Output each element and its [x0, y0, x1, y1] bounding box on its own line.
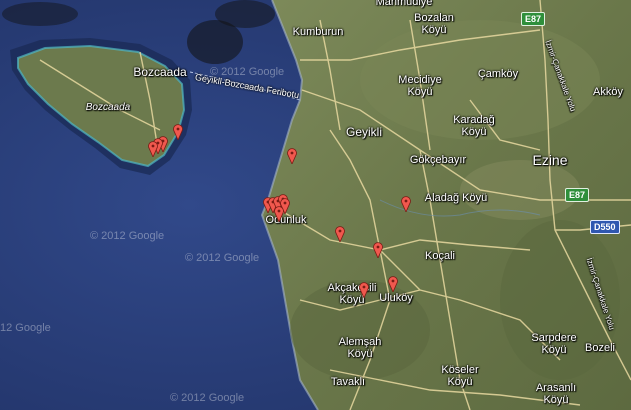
map-watermark: © 2012 Google — [185, 252, 260, 264]
place-label-line: Köyü — [543, 394, 569, 406]
place-label-line: Mecidiye — [398, 74, 442, 86]
map-marker-pin[interactable] — [359, 282, 369, 298]
place-label-arasanli[interactable]: Arasanlı Köyü — [536, 382, 576, 406]
place-label-line: Köyü — [541, 344, 567, 356]
place-label-ezine[interactable]: Ezine — [532, 153, 567, 167]
map-view[interactable]: © 2012 Google © 2012 Google © 2012 Googl… — [0, 0, 631, 410]
map-marker-pin[interactable] — [287, 148, 297, 164]
place-label-line: Köyü — [421, 24, 447, 36]
place-label-bozcaada-island: Bozcaada — [85, 102, 131, 113]
place-label-akkoy[interactable]: Akköy — [593, 86, 623, 98]
place-label-line: Köyü — [461, 126, 487, 138]
place-label-gokcebayir[interactable]: Gökçebayır — [410, 154, 466, 166]
place-label-mahmudiye[interactable]: Mahmudiye — [376, 0, 433, 8]
map-marker-pin[interactable] — [173, 124, 183, 140]
place-label-line: Köyü — [347, 348, 373, 360]
map-watermark: © 2012 Google — [170, 392, 245, 404]
map-marker-pin[interactable] — [335, 226, 345, 242]
map-marker-pin[interactable] — [274, 206, 284, 222]
place-label-koseler[interactable]: Köseler Köyü — [441, 364, 478, 388]
place-label-sarpdere[interactable]: Sarpdere Köyü — [531, 332, 576, 356]
place-label-geyikli[interactable]: Geyikli — [346, 126, 382, 138]
place-label-odunluk[interactable]: Odunluk — [266, 214, 307, 226]
place-label-bozalan[interactable]: Bozalan Köyü — [414, 12, 454, 36]
place-label-bozeli[interactable]: Bozeli — [585, 342, 615, 354]
road-shield-d550: D550 — [590, 220, 620, 234]
place-label-akcakecili[interactable]: Akçakecili Köyü — [328, 282, 377, 306]
place-label-karadag[interactable]: Karadağ Köyü — [453, 114, 495, 138]
place-label-line: Köseler — [441, 364, 479, 376]
place-label-line: Köyü — [447, 376, 473, 388]
place-label-kumburun[interactable]: Kumburun — [293, 26, 344, 38]
place-label-line: Alemşah — [338, 336, 382, 348]
place-label-tavakli[interactable]: Tavaklı — [331, 376, 365, 388]
place-label-line: Akçakecili — [327, 282, 377, 294]
place-label-aladag[interactable]: Aladağ Köyü — [425, 192, 487, 204]
road-shield-e87: E87 — [565, 188, 590, 202]
place-label-kocali[interactable]: Koçali — [425, 250, 455, 262]
map-watermark: © 2012 Google — [90, 230, 165, 242]
map-marker-pin[interactable] — [388, 276, 398, 292]
place-label-ulukoy[interactable]: Uluköy — [379, 292, 413, 304]
map-marker-pin[interactable] — [148, 141, 158, 157]
place-label-mecidiye[interactable]: Mecidiye Köyü — [398, 74, 441, 98]
place-label-camkoy[interactable]: Çamköy — [478, 68, 518, 80]
map-marker-pin[interactable] — [373, 242, 383, 258]
place-label-line: Bozalan — [414, 12, 454, 24]
place-label-alemsah[interactable]: Alemşah Köyü — [339, 336, 382, 360]
place-label-bozcaada[interactable]: Bozcaada — [133, 66, 186, 78]
place-label-line: Arasanlı — [535, 382, 577, 394]
map-watermark: 12 Google — [0, 322, 51, 334]
place-label-line: Köyü — [407, 86, 433, 98]
place-label-line: Köyü — [339, 294, 365, 306]
place-label-line: Sarpdere — [531, 332, 577, 344]
place-label-line: Karadağ — [453, 114, 495, 126]
map-marker-pin[interactable] — [401, 196, 411, 212]
road-shield-e87: E87 — [521, 12, 546, 26]
